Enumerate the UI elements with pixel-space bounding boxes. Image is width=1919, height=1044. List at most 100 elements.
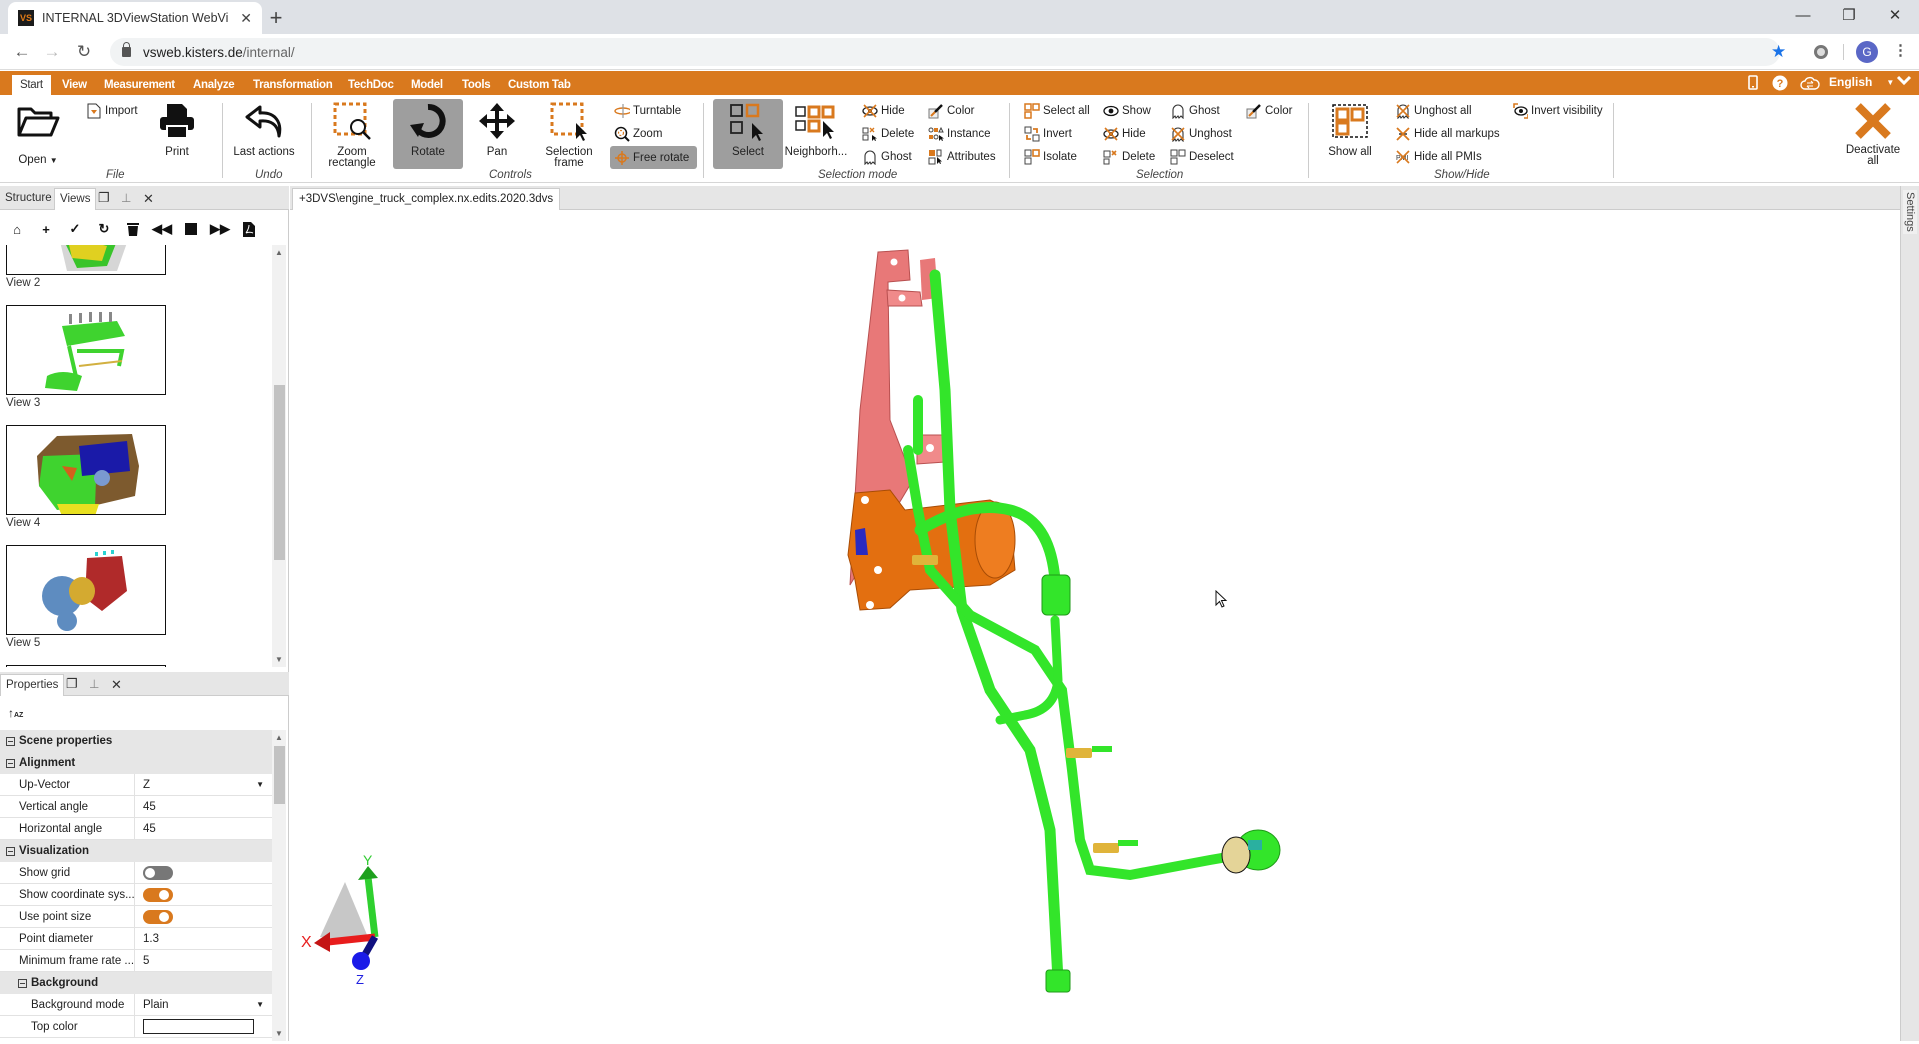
collapse-icon[interactable] <box>6 758 15 768</box>
reload-button[interactable]: ↻ <box>70 38 98 66</box>
print-button[interactable]: Print <box>152 99 202 169</box>
scroll-down-icon[interactable]: ▼ <box>275 1029 283 1038</box>
scrollbar-thumb[interactable] <box>274 385 285 560</box>
isolate-button[interactable]: Isolate <box>1024 147 1077 167</box>
show-all-button[interactable]: Show all <box>1322 99 1378 169</box>
properties-scrollbar[interactable]: ▲ ▼ <box>272 730 286 1041</box>
views-scrollbar[interactable]: ▲ ▼ <box>272 245 286 667</box>
browser-tab[interactable]: VS INTERNAL 3DViewStation WebVi ✕ <box>8 2 262 34</box>
url-input[interactable]: vsweb.kisters.de/internal/ <box>110 38 1780 66</box>
hide-selected-button[interactable]: Hide <box>1103 124 1146 144</box>
invert-selection-button[interactable]: Invert <box>1024 124 1072 144</box>
neighborhood-button[interactable]: Neighborh... <box>785 99 847 169</box>
pin-icon[interactable]: ⊥ <box>118 188 134 210</box>
float-panel-icon[interactable]: ❐ <box>96 188 112 210</box>
mode-ghost-button[interactable]: Ghost <box>862 147 912 167</box>
close-window-button[interactable]: ✕ <box>1872 0 1918 30</box>
rotate-button[interactable]: Rotate <box>393 99 463 169</box>
view-thumbnail[interactable] <box>6 425 166 515</box>
invert-visibility-button[interactable]: Invert visibility <box>1512 101 1603 121</box>
ribbon-tab-techdoc[interactable]: TechDoc <box>340 75 402 95</box>
delete-selected-button[interactable]: Delete <box>1103 147 1155 167</box>
last-actions-button[interactable]: Last actions <box>228 99 300 169</box>
restore-button[interactable]: ❐ <box>1826 0 1872 30</box>
background-mode-select[interactable]: Plain ▼ <box>135 999 272 1011</box>
scroll-down-icon[interactable]: ▼ <box>275 655 283 664</box>
use-point-size-toggle[interactable] <box>143 909 173 924</box>
3d-viewport[interactable]: Y X Z <box>290 210 1900 1041</box>
selection-frame-button[interactable]: Selection frame <box>538 99 600 169</box>
extension-icon[interactable] <box>1814 45 1828 59</box>
stop-icon[interactable] <box>182 220 200 238</box>
new-tab-button[interactable]: + <box>262 4 290 32</box>
free-rotate-button[interactable]: Free rotate <box>610 146 698 169</box>
pan-button[interactable]: Pan <box>474 99 520 169</box>
unghost-selected-button[interactable]: Unghost <box>1170 124 1232 144</box>
close-panel-icon[interactable]: ✕ <box>108 674 125 696</box>
cloud-sync-icon[interactable] <box>1800 75 1820 91</box>
language-select[interactable]: English ▼ <box>1829 75 1894 89</box>
forward-button[interactable]: → <box>38 38 66 66</box>
deselect-button[interactable]: Deselect <box>1170 147 1234 167</box>
bookmark-star-icon[interactable]: ★ <box>1771 42 1786 62</box>
fast-forward-icon[interactable]: ▶▶ <box>210 220 230 238</box>
scroll-up-icon[interactable]: ▲ <box>275 248 283 257</box>
ribbon-tab-view[interactable]: View <box>54 75 95 95</box>
mobile-icon[interactable] <box>1748 75 1758 90</box>
section-visualization[interactable]: Visualization <box>0 840 272 862</box>
back-button[interactable]: ← <box>8 38 36 66</box>
close-panel-icon[interactable]: ✕ <box>140 188 157 210</box>
trash-icon[interactable] <box>124 220 142 238</box>
ribbon-tab-analyze[interactable]: Analyze <box>185 75 242 95</box>
collapse-icon[interactable] <box>6 736 15 746</box>
mode-delete-button[interactable]: Delete <box>862 124 914 144</box>
section-scene-properties[interactable]: Scene properties <box>0 730 272 752</box>
deactivate-all-button[interactable]: Deactivate all <box>1838 99 1908 169</box>
mode-attributes-button[interactable]: Attributes <box>928 147 996 167</box>
ribbon-tab-tools[interactable]: Tools <box>454 75 498 95</box>
point-diameter-input[interactable]: 1.3 <box>135 933 272 945</box>
collapse-ribbon-icon[interactable] <box>1896 73 1912 87</box>
pin-icon[interactable]: ⊥ <box>86 674 102 696</box>
minimize-button[interactable]: — <box>1780 0 1826 30</box>
home-view-icon[interactable]: ⌂ <box>8 220 26 238</box>
settings-tab[interactable]: Settings <box>1903 190 1917 234</box>
view-thumbnail[interactable] <box>6 305 166 395</box>
scroll-up-icon[interactable]: ▲ <box>275 733 283 742</box>
sort-az-icon[interactable]: ↑AZ <box>8 706 23 720</box>
mode-instance-button[interactable]: Instance <box>928 124 990 144</box>
unghost-all-button[interactable]: Unghost all <box>1395 101 1472 121</box>
ribbon-tab-start[interactable]: Start <box>12 75 51 95</box>
pdf-export-icon[interactable] <box>240 220 258 238</box>
section-background[interactable]: Background <box>0 972 272 994</box>
min-frame-rate-input[interactable]: 5 <box>135 955 272 967</box>
view-thumbnail[interactable] <box>6 545 166 635</box>
close-tab-icon[interactable]: ✕ <box>240 10 252 27</box>
collapse-icon[interactable] <box>18 978 27 988</box>
axis-triad[interactable]: Y X Z <box>300 852 400 992</box>
show-selected-button[interactable]: Show <box>1103 101 1151 121</box>
top-color-swatch[interactable] <box>143 1019 254 1034</box>
ribbon-tab-measurement[interactable]: Measurement <box>96 75 183 95</box>
hide-all-markups-button[interactable]: Hide all markups <box>1395 124 1500 144</box>
browser-menu-icon[interactable]: ⋮ <box>1893 41 1908 59</box>
help-icon[interactable]: ? <box>1772 75 1788 91</box>
zoom-button[interactable]: Zoom <box>614 124 662 144</box>
tab-properties[interactable]: Properties <box>0 674 65 696</box>
show-grid-toggle[interactable] <box>143 865 173 880</box>
rewind-icon[interactable]: ◀◀ <box>152 220 172 238</box>
profile-avatar[interactable]: G <box>1856 41 1878 63</box>
hide-all-pmis-button[interactable]: PMI Hide all PMIs <box>1395 147 1482 167</box>
select-all-button[interactable]: Select all <box>1024 101 1090 121</box>
show-coordinate-system-toggle[interactable] <box>143 887 173 902</box>
color-selected-button[interactable]: Color <box>1246 101 1292 121</box>
ribbon-tab-transformation[interactable]: Transformation <box>245 75 341 95</box>
update-view-icon[interactable]: ✓ <box>66 220 84 238</box>
float-panel-icon[interactable]: ❐ <box>64 674 80 696</box>
section-alignment[interactable]: Alignment <box>0 752 272 774</box>
ribbon-tab-model[interactable]: Model <box>403 75 451 95</box>
open-button[interactable]: Open ▼ <box>8 99 68 169</box>
document-tab[interactable]: +3DVS\engine_truck_complex.nx.edits.2020… <box>292 188 561 210</box>
import-button[interactable]: Import <box>86 101 138 121</box>
ghost-selected-button[interactable]: Ghost <box>1170 101 1220 121</box>
